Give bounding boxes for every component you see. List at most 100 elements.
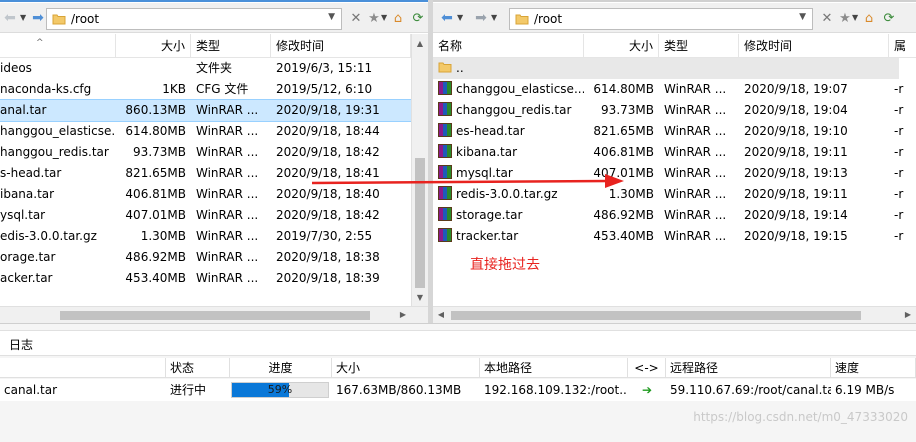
col-attr[interactable]: 属 — [889, 34, 916, 58]
scroll-left-icon[interactable]: ◀ — [433, 307, 449, 323]
bookmark-star-icon[interactable]: ★ — [366, 11, 382, 27]
watermark: https://blog.csdn.net/m0_47333020 — [693, 410, 908, 424]
col-remote-path[interactable]: 远程路径 — [666, 358, 831, 378]
bookmark-star-icon[interactable]: ★ — [837, 11, 853, 27]
file-size: 93.73MB — [133, 145, 186, 159]
scroll-down-icon[interactable]: ▼ — [412, 290, 428, 306]
folder-icon — [438, 62, 452, 73]
clear-path-icon[interactable]: ✕ — [348, 11, 364, 27]
log-tab[interactable]: 日志 — [0, 330, 916, 356]
col-progress[interactable]: 进度 — [230, 358, 332, 378]
file-row[interactable]: hanggou_elasticse... 614.80MB WinRAR ... 20… — [0, 121, 411, 142]
file-row[interactable]: ibana.tar 406.81MB WinRAR ... 2020/9/18, 18… — [0, 184, 411, 205]
bookmark-dropdown-icon[interactable]: ▼ — [852, 10, 860, 26]
file-row[interactable]: storage.tar 486.92MB WinRAR ... 2020/9/18, … — [433, 205, 916, 226]
file-name: edis-3.0.0.tar.gz — [0, 229, 97, 243]
file-row[interactable]: redis-3.0.0.tar.gz 1.30MB WinRAR ... 2020/9… — [433, 184, 916, 205]
col-name[interactable]: 名称 — [433, 34, 584, 58]
path-dropdown-icon[interactable]: ▼ — [799, 12, 806, 22]
path-dropdown-icon[interactable]: ▼ — [328, 12, 335, 22]
file-name: orage.tar — [0, 250, 56, 264]
file-row[interactable]: anal.tar 860.13MB WinRAR ... 2020/9/18, 19:… — [0, 99, 412, 122]
forward-arrow-icon[interactable]: ➡ — [473, 10, 489, 26]
file-name: es-head.tar — [456, 124, 525, 138]
forward-arrow-icon[interactable]: ➡ — [30, 10, 46, 26]
hscroll-thumb[interactable] — [451, 311, 861, 320]
remote-horizontal-scrollbar[interactable]: ◀ ▶ — [433, 306, 916, 323]
file-type: WinRAR ... — [664, 187, 727, 201]
bookmark-dropdown-icon[interactable]: ▼ — [381, 10, 389, 26]
col-type[interactable]: 类型 — [659, 34, 739, 58]
file-type: 文件夹 — [196, 61, 233, 75]
file-row[interactable]: naconda-ks.cfg 1KB CFG 文件 2019/5/12, 6:10 — [0, 79, 411, 100]
scroll-thumb[interactable] — [415, 158, 425, 288]
transfer-row[interactable]: canal.tar 进行中 59% 167.63MB/860.13MB 192.… — [0, 379, 916, 401]
back-dropdown-icon[interactable]: ▼ — [457, 10, 465, 26]
file-row[interactable]: orage.tar 486.92MB WinRAR ... 2020/9/18, 18… — [0, 247, 411, 268]
file-mtime: 2020/9/18, 18:42 — [276, 145, 380, 159]
scroll-up-icon[interactable]: ▲ — [412, 36, 428, 52]
file-attr: -r — [894, 208, 904, 222]
file-name: s-head.tar — [0, 166, 62, 180]
file-name: mysql.tar — [456, 166, 513, 180]
col-size[interactable]: 大小 — [332, 358, 480, 378]
col-size[interactable]: 大小 — [584, 34, 659, 58]
scroll-right-icon[interactable]: ▶ — [395, 307, 411, 323]
forward-dropdown-icon[interactable]: ▼ — [491, 10, 499, 26]
col-direction[interactable]: <-> — [628, 358, 666, 378]
file-row[interactable]: hanggou_redis.tar 93.73MB WinRAR ... 2020/9… — [0, 142, 411, 163]
file-row[interactable]: changgou_redis.tar 93.73MB WinRAR ... 2020/… — [433, 100, 916, 121]
file-row[interactable]: ideos 文件夹 2019/6/3, 15:11 — [0, 58, 411, 79]
file-row[interactable]: es-head.tar 821.65MB WinRAR ... 2020/9/18, … — [433, 121, 916, 142]
col-name[interactable]: ^ — [0, 34, 116, 58]
col-local-path[interactable]: 本地路径 — [480, 358, 628, 378]
log-tab-label: 日志 — [9, 338, 34, 352]
scroll-right-icon[interactable]: ▶ — [900, 307, 916, 323]
back-arrow-icon[interactable]: ⬅ — [439, 10, 455, 26]
col-file[interactable] — [0, 358, 166, 378]
file-row[interactable]: mysql.tar 407.01MB WinRAR ... 2020/9/18, 19… — [433, 163, 916, 184]
remote-column-header: 名称 大小 类型 修改时间 属 — [433, 34, 916, 58]
parent-dir-row[interactable]: .. — [433, 58, 899, 79]
file-mtime: 2020/9/18, 19:11 — [744, 145, 848, 159]
local-horizontal-scrollbar[interactable]: ▶ — [0, 306, 428, 323]
local-file-pane[interactable]: ⬅ ▼ ➡ /root ▼ ✕ ★ ▼ ⌂ ⟳ ^ 大小 类型 修改时间 ide… — [0, 0, 428, 323]
local-path-box[interactable]: /root ▼ — [46, 8, 342, 30]
file-size: 453.40MB — [125, 271, 186, 285]
file-row[interactable]: s-head.tar 821.65MB WinRAR ... 2020/9/18, 1… — [0, 163, 411, 184]
file-row[interactable]: edis-3.0.0.tar.gz 1.30MB WinRAR ... 2019/7/… — [0, 226, 411, 247]
file-name: hanggou_redis.tar — [0, 145, 109, 159]
col-speed[interactable]: 速度 — [831, 358, 916, 378]
transfer-status: 进行中 — [170, 383, 207, 397]
remote-file-pane[interactable]: ⬅ ▼ ➡ ▼ /root ▼ ✕ ★ ▼ ⌂ ⟳ 名称 大小 类型 修改时间 … — [433, 0, 916, 323]
home-icon[interactable]: ⌂ — [390, 11, 406, 27]
file-mtime: 2020/9/18, 19:04 — [744, 103, 848, 117]
local-vertical-scrollbar[interactable]: ▲ ▼ — [411, 34, 428, 306]
file-mtime: 2020/9/18, 19:15 — [744, 229, 848, 243]
file-type: WinRAR ... — [664, 208, 727, 222]
col-type[interactable]: 类型 — [191, 34, 271, 58]
file-row[interactable]: acker.tar 453.40MB WinRAR ... 2020/9/18, 18… — [0, 268, 411, 289]
back-dropdown-icon[interactable]: ▼ — [20, 10, 28, 26]
hscroll-thumb[interactable] — [60, 311, 370, 320]
refresh-icon[interactable]: ⟳ — [410, 11, 426, 27]
clear-path-icon[interactable]: ✕ — [819, 11, 835, 27]
file-row[interactable]: tracker.tar 453.40MB WinRAR ... 2020/9/18, … — [433, 226, 916, 247]
home-icon[interactable]: ⌂ — [861, 11, 877, 27]
file-name: acker.tar — [0, 271, 53, 285]
file-mtime: 2019/5/12, 6:10 — [276, 82, 373, 96]
file-row[interactable]: kibana.tar 406.81MB WinRAR ... 2020/9/18, 1… — [433, 142, 916, 163]
file-attr: -r — [894, 145, 904, 159]
col-size[interactable]: 大小 — [116, 34, 191, 58]
col-mtime[interactable]: 修改时间 — [739, 34, 889, 58]
winrar-archive-icon — [438, 144, 452, 158]
file-row[interactable]: changgou_elasticse... 614.80MB WinRAR ... 2… — [433, 79, 916, 100]
col-mtime[interactable]: 修改时间 — [271, 34, 411, 58]
file-row[interactable]: ysql.tar 407.01MB WinRAR ... 2020/9/18, 18:… — [0, 205, 411, 226]
col-status[interactable]: 状态 — [166, 358, 230, 378]
back-arrow-icon[interactable]: ⬅ — [2, 10, 18, 26]
file-type: WinRAR ... — [196, 103, 259, 117]
remote-path-box[interactable]: /root ▼ — [509, 8, 813, 30]
refresh-icon[interactable]: ⟳ — [881, 11, 897, 27]
file-mtime: 2020/9/18, 19:14 — [744, 208, 848, 222]
